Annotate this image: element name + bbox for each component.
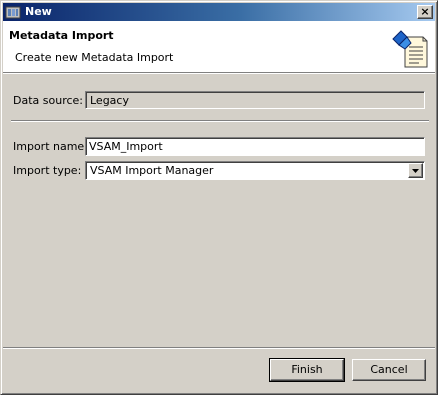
cancel-button[interactable]: Cancel bbox=[352, 359, 426, 381]
import-type-label: Import type: bbox=[13, 164, 82, 177]
data-source-value: Legacy bbox=[90, 94, 129, 107]
section-separator bbox=[11, 120, 429, 122]
close-button[interactable]: × bbox=[417, 5, 433, 19]
banner-separator bbox=[3, 72, 435, 74]
data-source-label: Data source: bbox=[13, 94, 83, 107]
banner-title: Metadata Import bbox=[9, 29, 114, 42]
wizard-banner: Metadata Import Create new Metadata Impo… bbox=[3, 21, 435, 72]
import-name-value: VSAM_Import bbox=[89, 140, 163, 153]
finish-button[interactable]: Finish bbox=[269, 358, 345, 382]
close-icon: × bbox=[420, 5, 430, 18]
new-dialog-window: New × Metadata Import Create new Metadat… bbox=[0, 0, 438, 395]
title-bar[interactable]: New × bbox=[3, 3, 435, 21]
import-name-label: Import name: bbox=[13, 140, 88, 153]
data-source-field: Legacy bbox=[85, 91, 425, 109]
footer-separator bbox=[3, 347, 435, 349]
window-title: New bbox=[25, 5, 52, 18]
chevron-down-icon bbox=[412, 169, 419, 173]
app-icon bbox=[5, 6, 21, 19]
import-type-select[interactable]: VSAM Import Manager bbox=[85, 161, 425, 180]
import-wizard-icon bbox=[392, 30, 428, 68]
dropdown-button[interactable] bbox=[408, 163, 423, 178]
import-name-input[interactable]: VSAM_Import bbox=[85, 137, 425, 156]
import-type-value: VSAM Import Manager bbox=[90, 164, 214, 177]
banner-description: Create new Metadata Import bbox=[15, 51, 174, 64]
